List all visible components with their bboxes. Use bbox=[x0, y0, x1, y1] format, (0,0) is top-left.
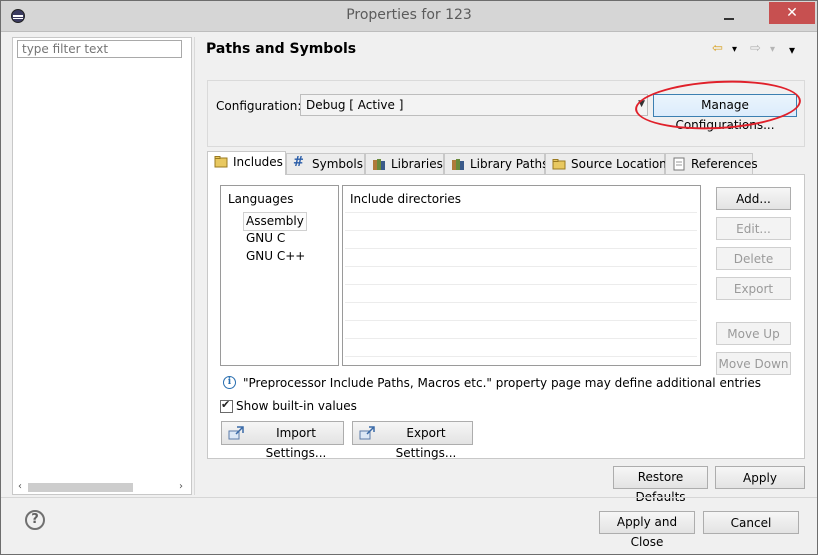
export-settings-button[interactable]: Export Settings... bbox=[352, 421, 473, 460]
close-button[interactable]: ✕ bbox=[769, 2, 815, 24]
preference-tree-panel: ▷ResourceBuilders▷C/C++ Build◢C/C++ Gene… bbox=[12, 37, 192, 495]
help-icon[interactable]: ? bbox=[25, 510, 45, 530]
table-row bbox=[345, 212, 697, 213]
minimize-button[interactable] bbox=[716, 5, 742, 25]
tab-references-label: References bbox=[691, 157, 758, 171]
table-row bbox=[345, 266, 697, 267]
import-icon bbox=[228, 426, 244, 440]
tree-horizontal-scrollbar[interactable]: ‹ › bbox=[16, 481, 188, 493]
show-builtin-label[interactable]: Show built-in values bbox=[236, 399, 357, 413]
library-icon bbox=[373, 159, 385, 170]
filter-field[interactable] bbox=[17, 40, 182, 58]
export-button[interactable]: Export bbox=[716, 277, 791, 300]
table-row bbox=[345, 284, 697, 285]
move-down-button[interactable]: Move Down bbox=[716, 352, 791, 375]
back-history-dropdown-icon[interactable]: ▾ bbox=[732, 44, 737, 55]
footer-divider bbox=[1, 497, 817, 498]
restore-defaults-button[interactable]: Restore Defaults bbox=[613, 466, 708, 504]
tab-library-paths-label: Library Paths bbox=[470, 157, 549, 171]
forward-history-dropdown-icon[interactable]: ▾ bbox=[770, 44, 775, 55]
configuration-select[interactable]: Debug [ Active ] ▼ bbox=[300, 94, 648, 116]
export-icon bbox=[359, 426, 375, 440]
tab-source-location-label: Source Location bbox=[571, 157, 667, 171]
show-builtin-checkbox[interactable] bbox=[220, 398, 233, 413]
include-directories-table[interactable]: Include directories bbox=[342, 185, 701, 366]
tab-symbols-label: Symbols bbox=[312, 157, 363, 171]
table-row bbox=[345, 302, 697, 303]
configuration-label: Configuration: bbox=[216, 99, 302, 113]
apply-and-close-button[interactable]: Apply and Close bbox=[599, 511, 695, 549]
window-title: Properties for 123 bbox=[346, 7, 472, 23]
delete-button[interactable]: Delete bbox=[716, 247, 791, 270]
library-path-icon bbox=[452, 159, 464, 170]
add-button[interactable]: Add... bbox=[716, 187, 791, 210]
edit-button[interactable]: Edit... bbox=[716, 217, 791, 240]
tab-library-paths[interactable]: Library Paths bbox=[444, 153, 549, 174]
panel-divider[interactable] bbox=[194, 37, 195, 495]
languages-header: Languages bbox=[228, 192, 294, 206]
folder-icon bbox=[552, 159, 566, 170]
import-settings-label: Import Settings... bbox=[265, 426, 327, 460]
hash-icon: # bbox=[293, 155, 304, 170]
table-row bbox=[345, 320, 697, 321]
back-arrow-icon[interactable]: ⇦ bbox=[712, 41, 723, 56]
include-directories-header: Include directories bbox=[350, 192, 462, 206]
table-row bbox=[345, 338, 697, 339]
table-row bbox=[345, 230, 697, 231]
scroll-left-icon[interactable]: ‹ bbox=[18, 481, 22, 493]
move-up-button[interactable]: Move Up bbox=[716, 322, 791, 345]
tab-source-location[interactable]: Source Location bbox=[545, 153, 667, 174]
apply-button[interactable]: Apply bbox=[715, 466, 805, 489]
export-settings-label: Export Settings... bbox=[395, 426, 457, 460]
tab-libraries-label: Libraries bbox=[391, 157, 443, 171]
info-message: "Preprocessor Include Paths, Macros etc.… bbox=[243, 376, 762, 390]
table-row bbox=[345, 248, 697, 249]
references-icon bbox=[673, 157, 685, 171]
page-title: Paths and Symbols bbox=[206, 41, 357, 57]
table-row bbox=[345, 356, 697, 357]
tab-references[interactable]: References bbox=[665, 153, 758, 174]
tab-includes-label: Includes bbox=[233, 155, 283, 169]
properties-dialog: Properties for 123 ✕ ▷ResourceBuilders▷C… bbox=[0, 0, 818, 555]
language-item-gnu-cpp[interactable]: GNU C++ bbox=[246, 248, 305, 265]
filter-input[interactable] bbox=[18, 41, 181, 57]
tab-libraries[interactable]: Libraries bbox=[365, 153, 444, 174]
scroll-right-icon[interactable]: › bbox=[179, 481, 183, 493]
tab-includes[interactable]: Includes bbox=[207, 151, 286, 175]
view-menu-icon[interactable]: ▾ bbox=[789, 43, 795, 57]
configuration-value: Debug [ Active ] bbox=[306, 98, 404, 112]
scrollbar-thumb[interactable] bbox=[28, 483, 133, 492]
title-bar[interactable]: Properties for 123 ✕ bbox=[1, 1, 817, 32]
info-icon: i bbox=[223, 376, 236, 389]
language-item-gnu-c[interactable]: GNU C bbox=[246, 230, 285, 247]
language-item-assembly[interactable]: Assembly bbox=[243, 212, 307, 231]
import-settings-button[interactable]: Import Settings... bbox=[221, 421, 344, 460]
tab-symbols[interactable]: # Symbols bbox=[286, 153, 365, 174]
cancel-button[interactable]: Cancel bbox=[703, 511, 799, 534]
languages-list[interactable]: Languages Assembly GNU C GNU C++ bbox=[220, 185, 339, 366]
forward-arrow-icon[interactable]: ⇨ bbox=[750, 41, 761, 56]
includes-icon bbox=[214, 156, 228, 168]
